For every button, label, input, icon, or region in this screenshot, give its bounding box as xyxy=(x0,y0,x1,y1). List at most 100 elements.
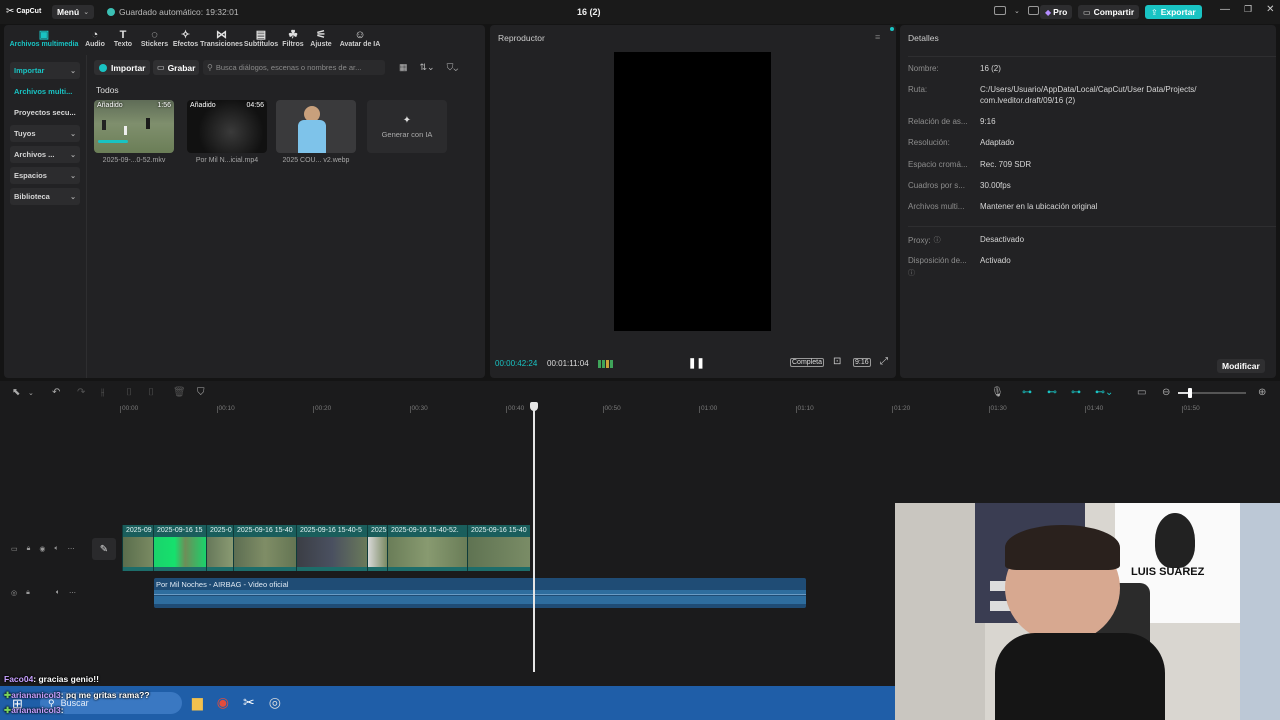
zoom-slider[interactable] xyxy=(1178,388,1246,398)
detail-value: Activado xyxy=(980,256,1011,265)
info-icon[interactable]: ⓘ xyxy=(908,268,915,278)
chevron-down-icon[interactable]: ⌄ xyxy=(28,389,34,397)
tab-effects[interactable]: ✧ Efectos xyxy=(171,27,200,51)
folder-icon[interactable]: ▆ xyxy=(192,694,203,711)
sidebar-item[interactable]: Archivos ... ⌄ xyxy=(10,146,80,163)
chevron-down-icon: ⌄ xyxy=(70,67,76,75)
sidebar-item[interactable]: Importar ⌄ xyxy=(10,62,80,79)
magnet-icon[interactable]: ⊷ xyxy=(1047,387,1057,398)
minimize-icon[interactable]: — xyxy=(1220,4,1230,15)
tab-text[interactable]: T Texto xyxy=(108,27,138,51)
zoom-out-icon[interactable]: ⊖ xyxy=(1162,387,1170,398)
share-button[interactable]: ▭ Compartir xyxy=(1078,5,1140,19)
split-left-icon[interactable]: ⌷ xyxy=(126,387,132,398)
grid-view-icon[interactable]: ▦ xyxy=(399,62,408,73)
playhead-handle[interactable] xyxy=(530,402,538,411)
timeline-ruler[interactable]: 00:00 00:10 00:20 00:30 00:40 00:50 01:00 01:10… xyxy=(0,400,1280,416)
tab-subtitles[interactable]: ▤ Subtítulos xyxy=(243,27,279,51)
more-icon[interactable]: ⋯ xyxy=(68,545,75,553)
shirt-text: LUIS SUAREZ xyxy=(1131,566,1205,578)
filter-icon[interactable]: ⛉⌄ xyxy=(447,62,459,73)
caption-icon[interactable]: ▭ xyxy=(1137,387,1146,398)
link-icon[interactable]: ⊶ xyxy=(1022,387,1032,398)
info-icon[interactable]: ⓘ xyxy=(934,235,941,245)
ruler-tick: 00:10 xyxy=(218,405,235,412)
media-search-input[interactable]: ⚲ Busca diálogos, escenas o nombres de a… xyxy=(203,60,385,75)
chrome-icon[interactable]: ◉ xyxy=(217,694,229,711)
record-button[interactable]: ▭ Grabar xyxy=(153,60,200,75)
sidebar-item[interactable]: Espacios ⌄ xyxy=(10,167,80,184)
diamond-icon: ◆ xyxy=(1045,7,1052,17)
split-icon[interactable]: ⫲ xyxy=(101,387,104,398)
video-clip[interactable]: 2025-09-16 15-40 xyxy=(467,525,530,571)
delete-icon[interactable]: 🗑 xyxy=(173,387,186,398)
media-item[interactable]: Añadido 1:56 2025-09-...0-52.mkv xyxy=(94,100,174,164)
cover-icon[interactable]: ▭ xyxy=(11,545,18,553)
tab-filters[interactable]: ☘ Filtros xyxy=(279,27,307,51)
obs-icon[interactable]: ◎ xyxy=(269,694,281,711)
video-clip[interactable]: 2025-09-16 15-40-52. xyxy=(387,525,467,571)
volume-icon[interactable]: 🔈︎ xyxy=(54,545,58,553)
select-tool-icon[interactable]: ⬉ xyxy=(12,387,20,398)
volume-icon[interactable]: 🔈︎ xyxy=(56,589,60,597)
lock-icon[interactable]: 🔒︎ xyxy=(26,589,30,597)
menu-button[interactable]: Menú ⌄ xyxy=(52,5,95,19)
screen-icon[interactable] xyxy=(1027,6,1039,15)
media-item[interactable]: Añadido 04:56 Por Mil N...icial.mp4 xyxy=(187,100,267,164)
ratio-button[interactable]: 9:16 xyxy=(853,358,871,367)
chevron-down-icon[interactable]: ⌄ xyxy=(1014,7,1020,15)
modify-button[interactable]: Modificar xyxy=(1217,359,1265,373)
video-clip[interactable]: 2025 xyxy=(367,525,387,571)
tab-transitions[interactable]: ⋈ Transiciones xyxy=(200,27,243,51)
more-icon[interactable]: ⋯ xyxy=(69,589,76,597)
tab-avatar[interactable]: ☺ Avatar de IA xyxy=(335,27,385,51)
pro-button[interactable]: ◆ Pro xyxy=(1040,5,1073,19)
quality-button[interactable]: Completa xyxy=(790,358,824,367)
import-button[interactable]: Importar xyxy=(94,60,151,75)
video-preview[interactable] xyxy=(614,52,771,331)
avatar-icon: ☺ xyxy=(354,29,366,41)
sidebar-item[interactable]: Proyectos secu... xyxy=(10,104,80,121)
ruler-tick: 00:50 xyxy=(604,405,621,412)
menu-icon[interactable]: ≡ xyxy=(875,32,880,42)
sort-icon[interactable]: ⇅⌄ xyxy=(420,62,435,73)
pause-icon[interactable]: ❚❚ xyxy=(688,358,705,369)
media-item[interactable]: 2025 COU... v2.webp xyxy=(276,100,356,164)
lock-icon[interactable]: 🔒︎ xyxy=(27,545,31,553)
microphone-icon[interactable]: 🎙 xyxy=(991,387,1004,398)
split-right-icon[interactable]: ⌷ xyxy=(148,387,154,398)
zoom-in-icon[interactable]: ⊕ xyxy=(1258,387,1266,398)
audio-clip[interactable]: Por Mil Noches - AIRBAG - Video oficial xyxy=(154,578,806,608)
export-button[interactable]: ⇪ Exportar xyxy=(1145,5,1202,19)
eye-icon[interactable]: ◉ xyxy=(39,545,45,553)
tab-audio[interactable]: ◔ Audio xyxy=(82,27,108,51)
tab-adjust[interactable]: ⚟ Ajuste xyxy=(307,27,335,51)
video-clip[interactable]: 2025-09-16 15-40 xyxy=(233,525,296,571)
video-clip[interactable]: 2025-09-16 15-40-5 xyxy=(296,525,367,571)
generate-ai-button[interactable]: ✦ Generar con IA xyxy=(367,100,447,153)
snap-icon[interactable]: ⊶ xyxy=(1071,387,1081,398)
playhead[interactable] xyxy=(533,402,535,672)
video-clip[interactable]: 2025-0 xyxy=(206,525,233,571)
redo-icon[interactable]: ↷ xyxy=(77,387,85,398)
sidebar-item[interactable]: Tuyos ⌄ xyxy=(10,125,80,142)
tab-media[interactable]: ▣ Archivos multimedia xyxy=(6,27,82,51)
edit-cover-button[interactable]: ✎ xyxy=(92,538,116,560)
undo-icon[interactable]: ↶ xyxy=(52,387,60,398)
fullscreen-icon[interactable]: ⤢ xyxy=(880,356,888,367)
sidebar-item[interactable]: Archivos multi... xyxy=(10,83,80,100)
layout-icon[interactable] xyxy=(994,6,1006,15)
shield-icon[interactable]: ⛉ xyxy=(197,387,205,398)
preview-axis-icon[interactable]: ⊷⌄ xyxy=(1095,387,1113,398)
video-clip[interactable]: 2025-09-16 15 xyxy=(153,525,206,571)
close-icon[interactable]: ✕ xyxy=(1266,4,1274,15)
detail-value: 30.00fps xyxy=(980,181,1011,190)
crop-icon[interactable]: ⊡ xyxy=(833,356,841,367)
video-clip[interactable]: 2025-09 xyxy=(122,525,153,571)
audio-icon: ◔ xyxy=(91,29,99,41)
sidebar-item[interactable]: Biblioteca ⌄ xyxy=(10,188,80,205)
capcut-icon[interactable]: ✂ xyxy=(243,694,255,711)
zoom-handle[interactable] xyxy=(1188,388,1192,398)
maximize-icon[interactable]: ❐ xyxy=(1244,4,1252,15)
tab-sticker[interactable]: ◌ Stickers xyxy=(138,27,171,51)
